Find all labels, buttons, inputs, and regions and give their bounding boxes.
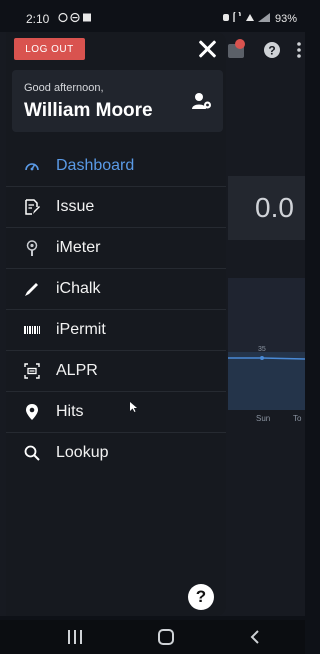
drawer-menu: Dashboard Issue iMeter iChalk iPermit AL… — [6, 146, 226, 474]
svg-text:?: ? — [268, 44, 275, 58]
back-icon[interactable] — [248, 630, 262, 644]
menu-item-label: ALPR — [56, 362, 98, 379]
recent-apps-icon[interactable] — [66, 630, 84, 644]
gauge-icon — [25, 163, 39, 171]
search-icon — [24, 445, 40, 461]
home-icon[interactable] — [158, 629, 174, 645]
background-stat-value: 0.0 — [255, 192, 294, 223]
close-icon[interactable] — [194, 36, 220, 62]
battery-level: 93% — [274, 13, 297, 25]
menu-item-label: iChalk — [56, 280, 101, 297]
background-header-icons: ? — [226, 38, 305, 62]
mouse-cursor-icon — [130, 402, 137, 412]
help-button[interactable]: ? — [188, 584, 214, 610]
notification-icons — [58, 12, 92, 26]
menu-item-dashboard[interactable]: Dashboard — [6, 146, 226, 187]
alert-badge-icon — [235, 39, 245, 49]
greeting-text: Good afternoon, — [24, 82, 104, 94]
menu-item-label: Hits — [56, 403, 84, 420]
background-axis-label: Sun — [256, 414, 271, 423]
menu-item-alpr[interactable]: ALPR — [6, 351, 226, 392]
background-chart-line — [228, 356, 305, 360]
menu-item-label: iPermit — [56, 321, 106, 338]
menu-item-ichalk[interactable]: iChalk — [6, 269, 226, 310]
status-time: 2:10 — [26, 12, 50, 26]
chalk-icon — [25, 283, 38, 296]
menu-item-issue[interactable]: Issue — [6, 187, 226, 228]
status-right: 93% — [222, 10, 297, 25]
barcode-icon — [24, 326, 40, 334]
background-stat-card — [228, 176, 246, 240]
more-icon — [297, 42, 301, 46]
edit-document-icon — [25, 199, 40, 215]
menu-item-label: Issue — [56, 198, 95, 215]
menu-item-hits[interactable]: Hits — [6, 392, 226, 433]
system-nav-bar — [0, 620, 305, 654]
navigation-drawer: LOG OUT Good afternoon, William Moore Da… — [6, 32, 226, 616]
menu-item-lookup[interactable]: Lookup — [6, 433, 226, 474]
plate-scan-icon — [24, 363, 40, 379]
background-axis-label: To — [293, 414, 302, 423]
background-chart-point-label: 35 — [258, 346, 266, 353]
menu-item-ipermit[interactable]: iPermit — [6, 310, 226, 351]
logout-button[interactable]: LOG OUT — [14, 38, 85, 60]
menu-item-label: Lookup — [56, 444, 109, 461]
signal-wifi-icon — [222, 10, 270, 22]
menu-item-label: iMeter — [56, 239, 101, 256]
location-pin-icon — [26, 404, 38, 420]
user-card: Good afternoon, William Moore — [12, 70, 223, 132]
menu-item-label: Dashboard — [56, 157, 135, 174]
notification-icon-group — [58, 12, 91, 23]
status-bar: 2:10 93% — [0, 0, 305, 32]
parking-meter-icon — [26, 240, 38, 256]
menu-item-imeter[interactable]: iMeter — [6, 228, 226, 269]
user-settings-icon[interactable] — [192, 92, 212, 110]
user-name: William Moore — [24, 100, 153, 121]
